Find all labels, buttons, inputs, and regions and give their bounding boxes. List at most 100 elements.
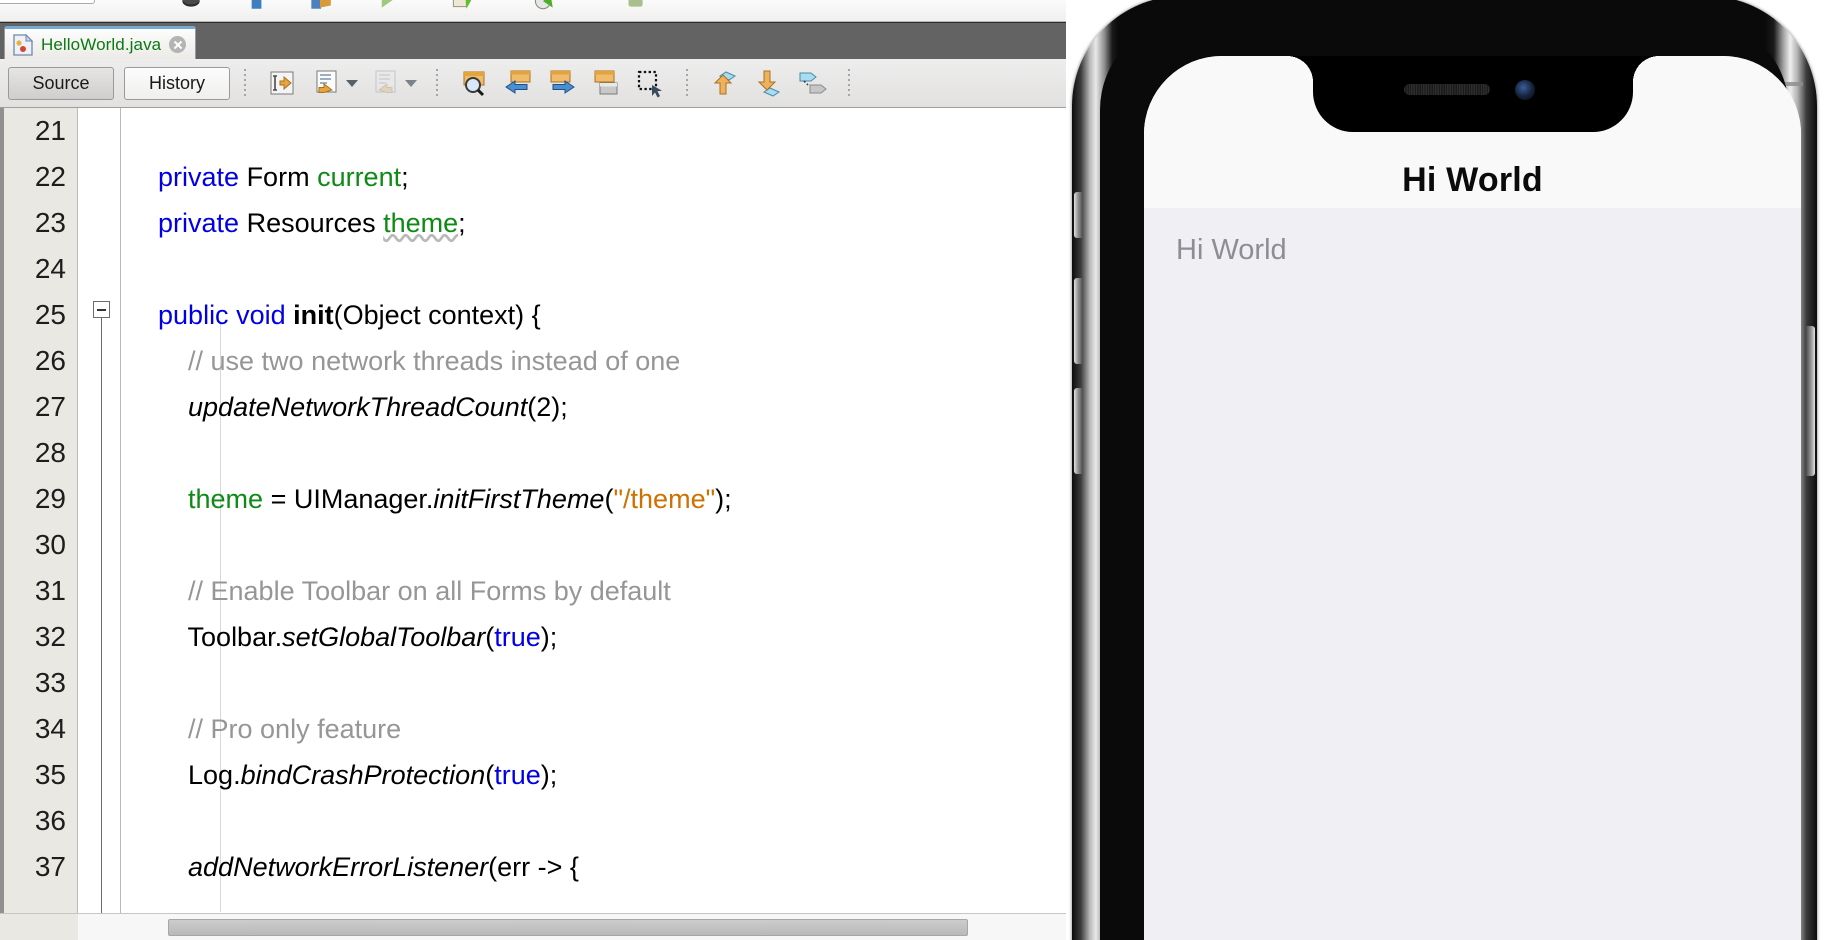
code-token: Log. xyxy=(188,760,241,790)
code-token xyxy=(128,484,188,514)
close-icon[interactable] xyxy=(169,36,186,53)
code-text: private Form current; xyxy=(128,154,409,200)
code-token xyxy=(128,300,158,330)
code-line[interactable]: 36 xyxy=(4,798,1066,844)
code-line[interactable]: 22 private Form current; xyxy=(4,154,1066,200)
code-text: public void init(Object context) { xyxy=(128,292,541,338)
code-line[interactable]: 33 xyxy=(4,660,1066,706)
toggle-bookmark-icon[interactable] xyxy=(591,68,621,98)
toolbar-separator xyxy=(436,69,438,97)
forward-dropdown-icon[interactable] xyxy=(405,80,417,87)
code-text: private Resources theme; xyxy=(128,200,466,246)
code-token: true xyxy=(494,760,541,790)
code-token xyxy=(128,760,188,790)
mute-switch[interactable] xyxy=(1074,192,1083,238)
code-line[interactable]: 34 // Pro only feature xyxy=(4,706,1066,752)
clean-and-build-icon[interactable] xyxy=(307,0,333,12)
tab-source[interactable]: Source xyxy=(8,67,114,100)
scrollbar-corner xyxy=(0,914,78,940)
code-token: // Enable Toolbar on all Forms by defaul… xyxy=(188,576,671,606)
code-token: ); xyxy=(715,484,732,514)
editor-tab-bar: HelloWorld.java xyxy=(0,22,1066,59)
back-icon[interactable] xyxy=(311,68,341,98)
line-number: 37 xyxy=(4,844,66,890)
line-number: 21 xyxy=(4,108,66,154)
forward-icon[interactable] xyxy=(370,68,400,98)
phone-screen[interactable]: Hi World Hi World xyxy=(1144,56,1801,940)
back-dropdown-icon[interactable] xyxy=(346,80,358,87)
code-line[interactable]: 32 Toolbar.setGlobalToolbar(true); xyxy=(4,614,1066,660)
code-token: ); xyxy=(541,760,558,790)
code-token: "/theme" xyxy=(613,484,715,514)
code-token: theme xyxy=(188,484,263,514)
code-line[interactable]: 28 xyxy=(4,430,1066,476)
code-editor[interactable]: 2122 private Form current;23 private Res… xyxy=(0,108,1066,913)
front-camera-icon xyxy=(1515,80,1535,100)
scrollbar-thumb[interactable] xyxy=(168,919,968,936)
code-text: Log.bindCrashProtection(true); xyxy=(128,752,557,798)
code-text: // use two network threads instead of on… xyxy=(128,338,680,384)
line-number: 24 xyxy=(4,246,66,292)
code-line[interactable]: 31 // Enable Toolbar on all Forms by def… xyxy=(4,568,1066,614)
code-token xyxy=(128,714,188,744)
code-line[interactable]: 27 updateNetworkThreadCount(2); xyxy=(4,384,1066,430)
code-line[interactable]: 23 private Resources theme; xyxy=(4,200,1066,246)
configuration-combo[interactable] xyxy=(0,0,95,4)
code-token: setGlobalToolbar xyxy=(282,622,485,652)
comment-icon[interactable] xyxy=(797,68,827,98)
code-token xyxy=(128,576,188,606)
code-line[interactable]: 25 public void init(Object context) { xyxy=(4,292,1066,338)
screenshot-root: HelloWorld.java Source History xyxy=(0,0,1844,940)
build-icon[interactable] xyxy=(243,0,269,12)
code-line[interactable]: 37 addNetworkErrorListener(err -> { xyxy=(4,844,1066,890)
earpiece-speaker-icon xyxy=(1404,84,1490,95)
profile-project-icon[interactable] xyxy=(530,0,556,12)
app-title: Hi World xyxy=(1402,161,1543,200)
code-line[interactable]: 35 Log.bindCrashProtection(true); xyxy=(4,752,1066,798)
rectangular-selection-icon[interactable] xyxy=(635,68,665,98)
scrollbar-track[interactable] xyxy=(78,914,1066,940)
code-line[interactable]: 30 xyxy=(4,522,1066,568)
editor-tab-helloworld[interactable]: HelloWorld.java xyxy=(4,26,196,60)
tab-history[interactable]: History xyxy=(124,67,230,100)
toolbar-separator xyxy=(848,69,850,97)
previous-bookmark-icon[interactable] xyxy=(503,68,533,98)
code-text: // Enable Toolbar on all Forms by defaul… xyxy=(128,568,671,614)
app-content-area[interactable]: Hi World xyxy=(1144,208,1801,940)
code-token: addNetworkErrorListener xyxy=(188,852,488,882)
code-line[interactable]: 29 theme = UIManager.initFirstTheme("/th… xyxy=(4,476,1066,522)
clean-build-icon[interactable] xyxy=(178,0,204,12)
shift-line-up-icon[interactable] xyxy=(709,68,739,98)
team-icon[interactable] xyxy=(622,0,648,12)
line-number: 31 xyxy=(4,568,66,614)
code-token xyxy=(128,622,188,652)
code-token xyxy=(128,162,158,192)
code-token: initFirstTheme xyxy=(433,484,604,514)
debug-project-icon[interactable] xyxy=(448,0,474,12)
editor-tab-filename: HelloWorld.java xyxy=(41,35,161,55)
volume-down-button[interactable] xyxy=(1074,388,1083,474)
code-line[interactable]: 26 // use two network threads instead of… xyxy=(4,338,1066,384)
code-token: public void xyxy=(158,300,293,330)
code-token: init xyxy=(293,300,334,330)
app-body-label: Hi World xyxy=(1176,234,1287,267)
code-line[interactable]: 24 xyxy=(4,246,1066,292)
find-selection-icon[interactable] xyxy=(459,68,489,98)
line-number: 25 xyxy=(4,292,66,338)
editor-toolbar: Source History xyxy=(0,59,1066,108)
run-project-icon[interactable] xyxy=(372,0,398,12)
code-text: Toolbar.setGlobalToolbar(true); xyxy=(128,614,557,660)
line-number: 35 xyxy=(4,752,66,798)
code-line[interactable]: 21 xyxy=(4,108,1066,154)
code-token: theme xyxy=(383,208,458,238)
phone-bezel: Hi World Hi World xyxy=(1100,18,1789,940)
line-number: 30 xyxy=(4,522,66,568)
volume-up-button[interactable] xyxy=(1074,278,1083,364)
power-button[interactable] xyxy=(1806,326,1815,476)
next-bookmark-icon[interactable] xyxy=(547,68,577,98)
last-edit-icon[interactable] xyxy=(267,68,297,98)
shift-line-down-icon[interactable] xyxy=(753,68,783,98)
horizontal-scrollbar[interactable] xyxy=(0,913,1066,940)
main-toolbar-strip xyxy=(0,0,1066,22)
line-number: 33 xyxy=(4,660,66,706)
